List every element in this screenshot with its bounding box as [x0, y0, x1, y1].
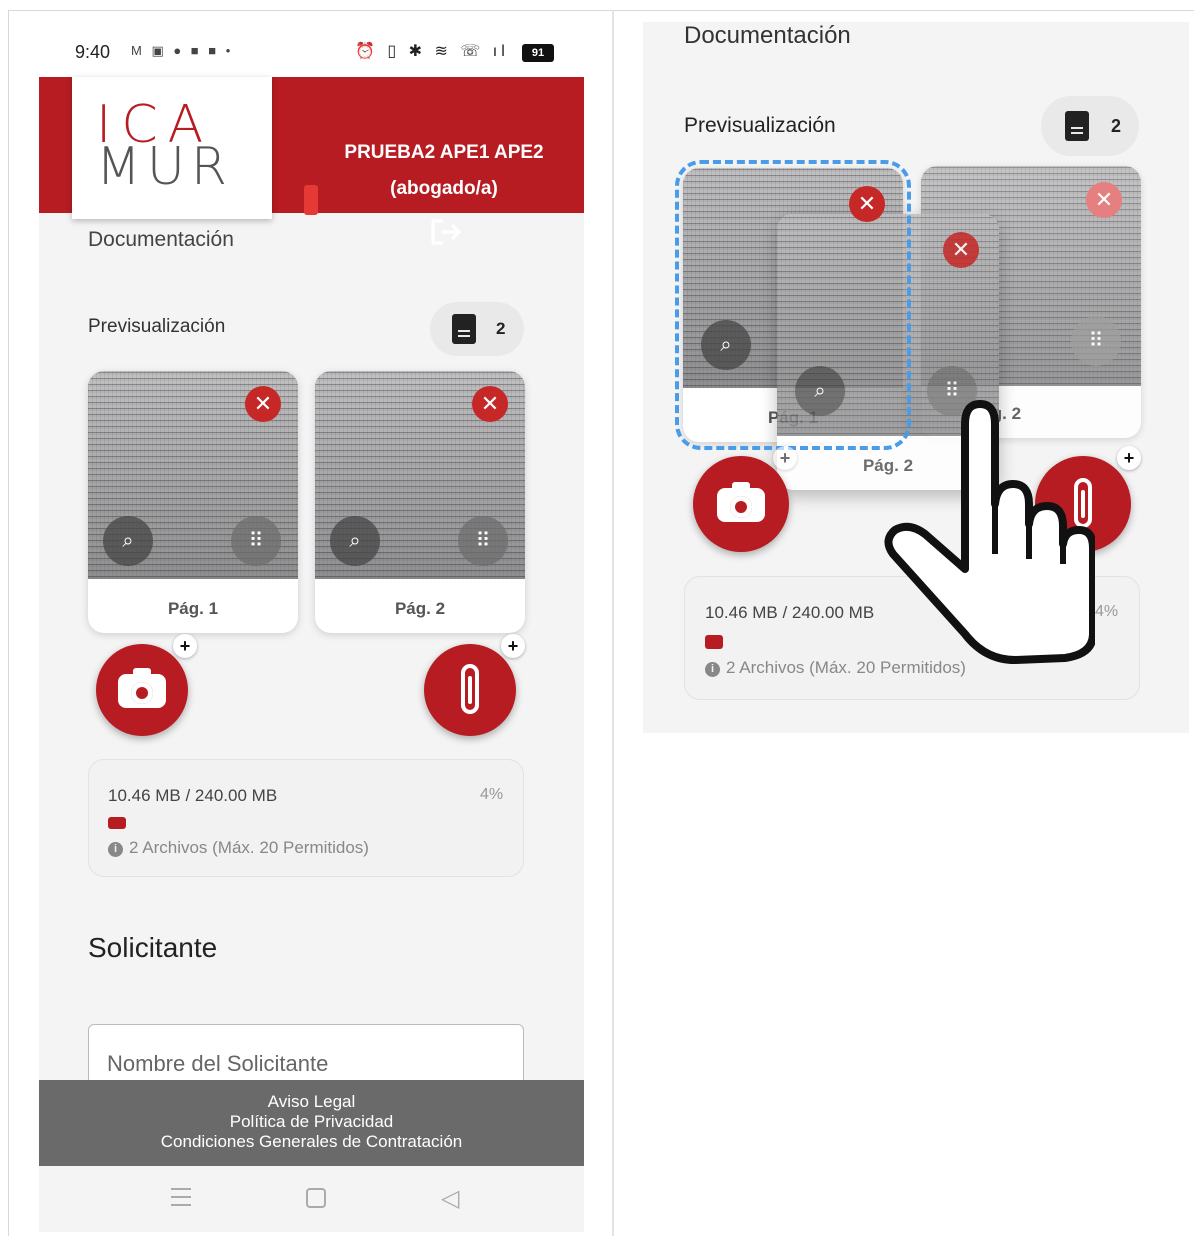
page-label: Pág. 1 — [167, 599, 219, 618]
page-count: 2 — [496, 319, 506, 338]
panel-divider — [612, 10, 614, 1236]
paperclip-icon — [461, 664, 479, 714]
notification-icons: M ▣ ● ■ ■ • — [131, 43, 234, 58]
page-label: Pág. 2 — [394, 599, 446, 618]
add-file-badge: + — [501, 634, 525, 658]
drag-handle-icon[interactable]: ⠿ — [458, 516, 508, 566]
remove-page-button[interactable]: ✕ — [245, 386, 281, 422]
system-icons: ⏰ ▯ ✱ ≋ ☏ ıl — [355, 43, 509, 60]
storage-size: 10.46 MB / 240.00 MB — [108, 786, 278, 805]
add-photo-badge: + — [773, 446, 797, 470]
user-name: PRUEBA2 APE1 APE2 (abogado/a) — [324, 135, 564, 207]
privacy-policy-link[interactable]: Política de Privacidad — [39, 1112, 584, 1132]
zoom-icon[interactable]: ⌕ — [701, 320, 751, 370]
add-file-badge: + — [1117, 446, 1141, 470]
logout-icon[interactable] — [429, 217, 463, 247]
document-icon — [1065, 111, 1089, 141]
user-role: (abogado/a) — [390, 178, 498, 199]
header-tab-marker[interactable] — [304, 185, 318, 215]
applicant-name-input[interactable] — [107, 1051, 507, 1077]
documentation-title: Documentación — [684, 22, 851, 49]
camera-icon — [118, 668, 166, 708]
zoom-icon[interactable]: ⌕ — [330, 516, 380, 566]
page-count: 2 — [1111, 116, 1122, 136]
remove-page-button[interactable]: ✕ — [943, 232, 979, 268]
files-count: i 2 Archivos (Máx. 20 Permitidos) — [108, 838, 369, 858]
recent-apps-icon[interactable] — [171, 1188, 191, 1206]
remove-page-button[interactable]: ✕ — [849, 186, 885, 222]
page-count-pill[interactable]: 2 — [430, 302, 524, 356]
preview-label: Previsualización — [88, 316, 226, 337]
info-icon: i — [108, 842, 123, 857]
camera-button[interactable] — [693, 456, 789, 552]
storage-summary: 10.46 MB / 240.00 MB 4% i 2 Archivos (Máx… — [88, 759, 524, 877]
terms-link[interactable]: Condiciones Generales de Contratación — [39, 1132, 584, 1152]
android-nav-bar: ◁ — [39, 1166, 584, 1232]
remove-page-button[interactable]: ✕ — [472, 386, 508, 422]
drag-handle-icon[interactable]: ⠿ — [231, 516, 281, 566]
page-count-pill[interactable]: 2 — [1041, 96, 1139, 156]
info-icon: i — [705, 662, 720, 677]
back-icon[interactable]: ◁ — [441, 1184, 459, 1213]
document-icon — [452, 314, 476, 344]
camera-icon — [717, 482, 765, 522]
drag-demo-panel: Documentación Previsualización 2 ✕ ⌕ Pág… — [643, 22, 1189, 733]
storage-progress-bar — [108, 817, 126, 829]
home-icon[interactable] — [306, 1188, 326, 1208]
files-count-text: 2 Archivos (Máx. 20 Permitidos) — [129, 838, 369, 857]
user-name-line1: PRUEBA2 APE1 APE2 — [344, 142, 544, 163]
storage-percent: 4% — [1095, 603, 1119, 620]
storage-percent: 4% — [480, 786, 504, 803]
legal-footer: Aviso Legal Política de Privacidad Condi… — [39, 1080, 584, 1166]
page-card[interactable]: ✕ ⌕ ⠿ Pág. 1 — [88, 371, 298, 633]
camera-button[interactable] — [96, 644, 188, 736]
logo-text-bottom: MUR — [96, 137, 234, 197]
phone-screen: 9:40 M ▣ ● ■ ■ • ⏰ ▯ ✱ ≋ ☏ ıl 91 PRUEBA2… — [39, 30, 584, 1232]
attach-file-button[interactable] — [424, 644, 516, 736]
status-bar: 9:40 M ▣ ● ■ ■ • ⏰ ▯ ✱ ≋ ☏ ıl 91 — [39, 30, 584, 77]
drag-handle-icon[interactable]: ⠿ — [1071, 316, 1121, 366]
icamur-logo[interactable]: ICA MUR — [72, 77, 272, 219]
applicant-title: Solicitante — [88, 932, 218, 963]
page-card[interactable]: ✕ ⌕ ⠿ Pág. 2 — [315, 371, 525, 633]
zoom-icon[interactable]: ⌕ — [103, 516, 153, 566]
storage-size: 10.46 MB / 240.00 MB — [705, 603, 875, 622]
legal-notice-link[interactable]: Aviso Legal — [39, 1092, 584, 1112]
add-photo-badge: + — [173, 634, 197, 658]
status-time: 9:40 — [75, 42, 111, 62]
battery-icon: 91 — [522, 44, 554, 62]
preview-label: Previsualización — [684, 114, 836, 137]
storage-progress-bar — [705, 635, 723, 649]
pointing-hand-icon — [884, 400, 1095, 664]
documentation-title: Documentación — [88, 228, 234, 251]
remove-page-button[interactable]: ✕ — [1086, 182, 1122, 218]
